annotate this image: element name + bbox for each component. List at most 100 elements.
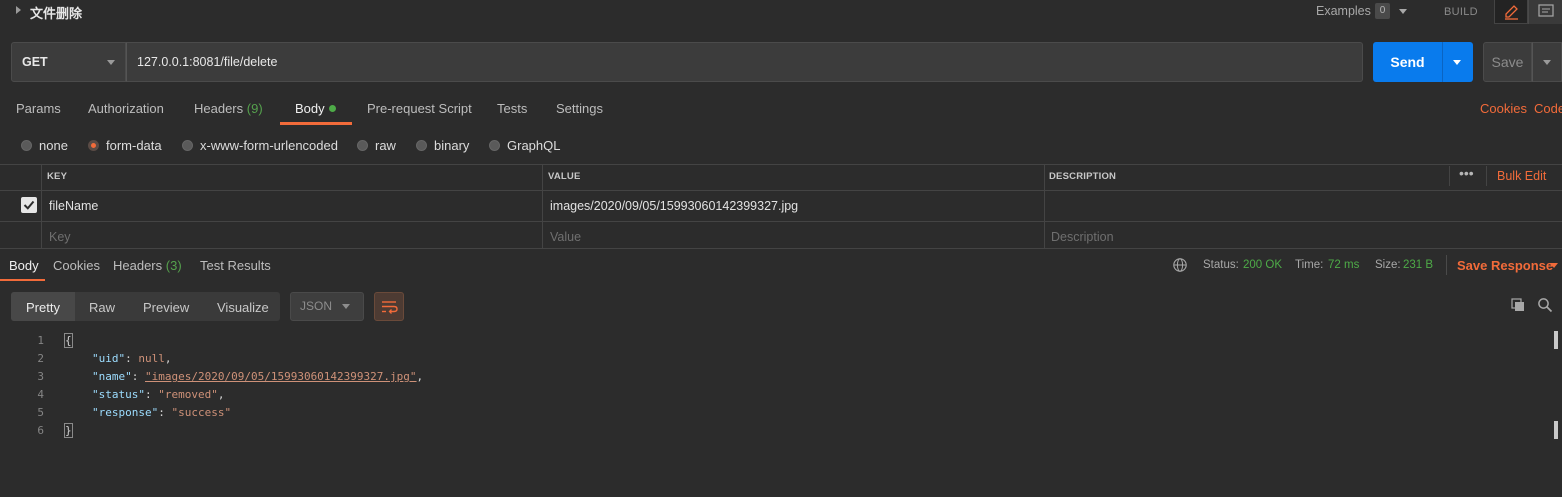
code-line-6[interactable]: }	[64, 423, 73, 438]
tab-authorization[interactable]: Authorization	[88, 101, 164, 116]
time-label: Time:	[1295, 259, 1324, 271]
examples-button[interactable]: Examples	[1316, 4, 1371, 18]
json-comma: ,	[416, 370, 424, 383]
tab-settings[interactable]: Settings	[556, 101, 603, 116]
view-raw-button[interactable]: Raw	[89, 300, 115, 315]
json-value: "removed"	[158, 388, 218, 401]
column-header-value: VALUE	[548, 171, 581, 182]
chevron-down-icon	[107, 60, 115, 65]
table-divider	[1449, 166, 1450, 186]
copy-icon[interactable]	[1510, 297, 1526, 316]
time-value: 72 ms	[1328, 259, 1360, 271]
json-value: null	[138, 352, 165, 365]
line-number: 4	[37, 388, 44, 401]
column-header-key: KEY	[47, 171, 68, 182]
radio-raw[interactable]	[357, 140, 368, 151]
radio-none[interactable]	[21, 140, 32, 151]
table-divider	[1044, 164, 1045, 248]
brace-close: }	[64, 423, 73, 438]
scrollbar-marker[interactable]	[1554, 421, 1558, 439]
expand-caret-icon[interactable]	[16, 6, 21, 14]
json-key: "status"	[92, 388, 145, 401]
scrollbar-marker[interactable]	[1554, 331, 1558, 349]
table-border	[0, 248, 1562, 249]
tab-pre-request-script[interactable]: Pre-request Script	[367, 101, 472, 116]
brace-open: {	[64, 333, 73, 348]
new-value-input[interactable]: Value	[550, 230, 581, 244]
wrap-lines-button[interactable]	[374, 292, 404, 321]
send-button[interactable]: Send	[1373, 42, 1442, 82]
globe-icon[interactable]	[1172, 257, 1188, 276]
headers-count: (9)	[246, 101, 263, 116]
table-divider	[1486, 166, 1487, 186]
json-value: "images/2020/09/05/15993060142399327.jpg…	[145, 370, 417, 383]
radio-none-label[interactable]: none	[39, 138, 68, 153]
table-border	[0, 221, 1562, 222]
row-enabled-checkbox[interactable]	[21, 197, 37, 213]
response-tab-cookies[interactable]: Cookies	[53, 258, 100, 273]
new-description-input[interactable]: Description	[1051, 230, 1114, 244]
radio-binary[interactable]	[416, 140, 427, 151]
radio-graphql[interactable]	[489, 140, 500, 151]
tab-headers[interactable]: Headers (9)	[194, 101, 263, 116]
json-value: "success"	[171, 406, 232, 419]
response-tab-headers-label: Headers	[113, 258, 163, 273]
save-response-button[interactable]: Save Response	[1457, 258, 1553, 273]
code-line-5[interactable]: "response": "success"	[92, 406, 231, 419]
json-key: "name"	[92, 370, 132, 383]
format-select[interactable]: JSON	[290, 292, 364, 321]
radio-raw-label[interactable]: raw	[375, 138, 396, 153]
new-key-input[interactable]: Key	[49, 230, 71, 244]
view-pretty-label[interactable]: Pretty	[26, 300, 60, 315]
line-number: 5	[37, 406, 44, 419]
code-link[interactable]: Code	[1534, 101, 1562, 116]
radio-form-data[interactable]	[88, 140, 99, 151]
save-button[interactable]: Save	[1483, 42, 1532, 82]
active-tab-underline	[280, 122, 352, 125]
tab-tests[interactable]: Tests	[497, 101, 527, 116]
column-header-description: DESCRIPTION	[1049, 171, 1117, 182]
cookies-link[interactable]: Cookies	[1480, 101, 1527, 116]
response-tab-headers[interactable]: Headers (3)	[113, 258, 182, 273]
edit-tab[interactable]	[1494, 0, 1528, 24]
chevron-down-icon	[1543, 60, 1551, 65]
radio-x-www-form-urlencoded[interactable]	[182, 140, 193, 151]
tab-params[interactable]: Params	[16, 101, 61, 116]
comments-tab[interactable]	[1528, 0, 1562, 24]
request-title[interactable]: 文件删除	[30, 3, 82, 22]
checkmark-icon	[23, 200, 35, 210]
chevron-down-icon[interactable]	[1550, 263, 1558, 268]
tab-headers-label: Headers	[194, 101, 244, 116]
code-line-1[interactable]: {	[64, 333, 73, 348]
table-divider	[542, 164, 543, 248]
radio-binary-label[interactable]: binary	[434, 138, 469, 153]
radio-form-data-label[interactable]: form-data	[106, 138, 162, 153]
line-number: 3	[37, 370, 44, 383]
more-options-icon[interactable]: •••	[1459, 165, 1474, 181]
size-label: Size:	[1375, 259, 1401, 271]
line-number: 2	[37, 352, 44, 365]
table-divider	[41, 164, 42, 248]
response-tab-body[interactable]: Body	[9, 258, 39, 273]
build-mode-label[interactable]: BUILD	[1444, 6, 1478, 18]
chevron-down-icon	[1453, 60, 1461, 65]
bulk-edit-link[interactable]: Bulk Edit	[1497, 169, 1546, 183]
view-visualize-button[interactable]: Visualize	[217, 300, 269, 315]
code-line-4[interactable]: "status": "removed",	[92, 388, 224, 401]
chevron-down-icon[interactable]	[1399, 9, 1407, 14]
table-border	[0, 190, 1562, 191]
radio-graphql-label[interactable]: GraphQL	[507, 138, 560, 153]
code-line-2[interactable]: "uid": null,	[92, 352, 172, 365]
search-icon[interactable]	[1537, 297, 1553, 316]
json-comma: ,	[217, 388, 225, 401]
response-tab-test-results[interactable]: Test Results	[200, 258, 271, 273]
response-headers-count: (3)	[165, 258, 182, 273]
view-preview-button[interactable]: Preview	[143, 300, 189, 315]
radio-urlencoded-label[interactable]: x-www-form-urlencoded	[200, 138, 338, 153]
code-line-3[interactable]: "name": "images/2020/09/05/1599306014239…	[92, 370, 423, 383]
tab-body[interactable]: Body	[295, 101, 325, 116]
value-cell[interactable]: images/2020/09/05/15993060142399327.jpg	[550, 199, 798, 213]
divider	[1446, 255, 1447, 275]
key-cell[interactable]: fileName	[49, 199, 98, 213]
url-input[interactable]: 127.0.0.1:8081/file/delete	[126, 42, 1363, 82]
